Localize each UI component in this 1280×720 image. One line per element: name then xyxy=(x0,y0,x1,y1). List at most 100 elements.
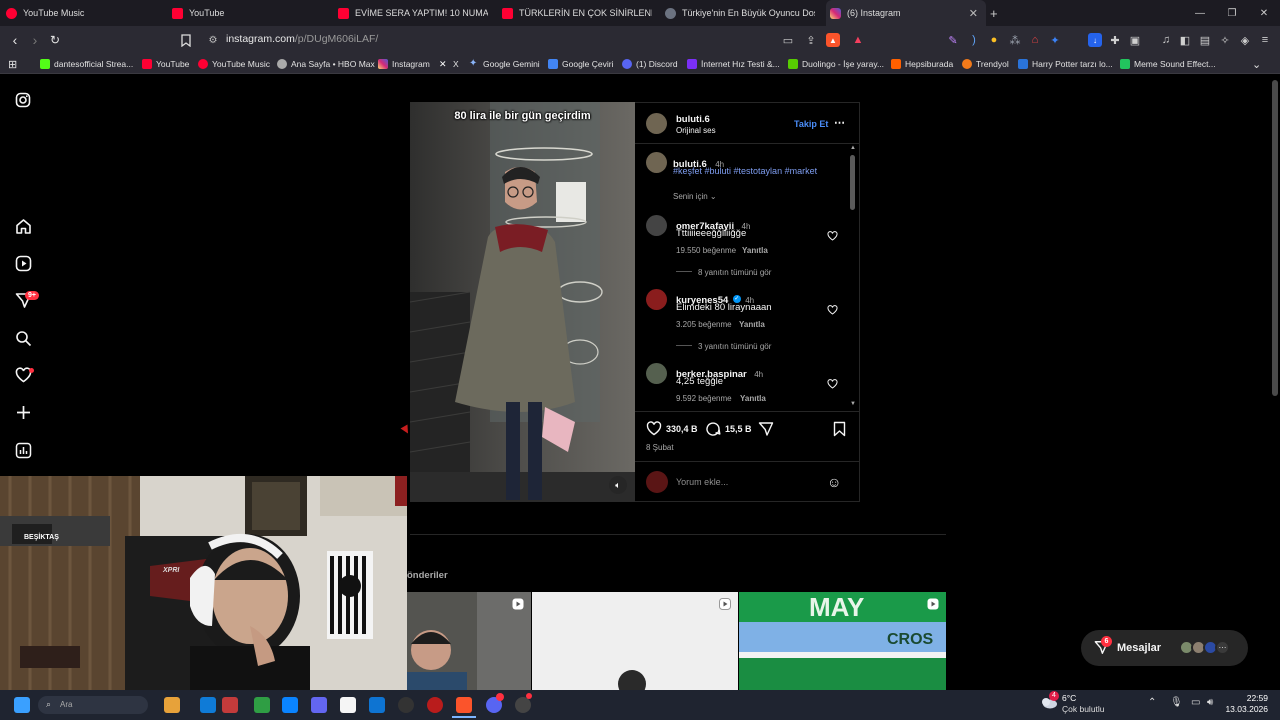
cast-icon[interactable]: ▭ xyxy=(781,33,795,47)
tab-youtube-music[interactable]: YouTube Music xyxy=(6,0,166,26)
brave-shield-icon[interactable]: ▲ xyxy=(826,33,840,47)
brave-icon[interactable] xyxy=(456,697,472,713)
forward-icon[interactable]: › xyxy=(26,31,44,49)
app-icon[interactable] xyxy=(222,697,238,713)
comment-count[interactable]: 15,5 B xyxy=(725,424,752,434)
extensions-icon[interactable]: ✚ xyxy=(1108,33,1122,47)
taskbar-search[interactable]: ⌕ Ara xyxy=(38,696,148,714)
scroll-up-icon[interactable]: ▲ xyxy=(850,145,856,151)
view-replies-link[interactable]: 8 yanıtın tümünü gör xyxy=(698,268,771,277)
search-icon[interactable] xyxy=(15,330,33,348)
related-reel-thumbnail[interactable] xyxy=(407,592,531,690)
audio-toggle-icon[interactable]: 🔈︎ xyxy=(609,476,627,494)
steam-icon[interactable] xyxy=(398,697,414,713)
post-video[interactable]: 80 lira ile bir gün geçirdim 🔈︎ xyxy=(410,102,635,502)
vpn-icon[interactable]: ◈ xyxy=(1238,33,1252,47)
avatar[interactable] xyxy=(646,113,667,134)
avatar[interactable] xyxy=(646,289,667,310)
comment-likes[interactable]: 3.205 beğenme xyxy=(676,320,732,329)
comment-input[interactable]: Yorum ekle... xyxy=(676,477,728,487)
bookmark-item[interactable]: YouTube xyxy=(142,57,189,71)
app-icon[interactable] xyxy=(311,697,327,713)
bookmark-item[interactable]: Google Çeviri xyxy=(548,57,614,71)
bookmark-item[interactable]: Meme Sound Effect... xyxy=(1120,57,1216,71)
network-icon[interactable]: ▭ xyxy=(1191,697,1200,708)
more-options-icon[interactable]: ⋯ xyxy=(834,116,845,129)
share-icon[interactable] xyxy=(758,421,774,442)
app-icon[interactable] xyxy=(515,697,531,713)
comments-scrollbar[interactable]: ▲ ▼ xyxy=(849,145,857,411)
audio-label[interactable]: Orijinal ses xyxy=(676,126,716,135)
close-window-icon[interactable]: ✕ xyxy=(1248,0,1280,26)
wallet-icon[interactable]: ▤ xyxy=(1198,33,1212,47)
scrollbar-thumb[interactable] xyxy=(850,155,855,210)
view-replies-link[interactable]: 3 yanıtın tümünü gör xyxy=(698,342,771,351)
scroll-down-icon[interactable]: ▼ xyxy=(850,401,856,407)
create-plus-icon[interactable] xyxy=(15,404,33,422)
bookmark-page-icon[interactable] xyxy=(177,31,195,49)
instagram-logo-icon[interactable] xyxy=(15,92,33,110)
page-scrollbar[interactable] xyxy=(1272,80,1278,396)
emoji-icon[interactable]: ☺ xyxy=(827,474,841,490)
weather-temp[interactable]: 6°C xyxy=(1062,693,1076,703)
avatar[interactable] xyxy=(646,215,667,236)
tab-sera-video[interactable]: EVİME SERA YAPTIM! 10 NUMARA O xyxy=(338,0,488,26)
url-field[interactable]: instagram.com/p/DUgM606iLAF/ xyxy=(226,33,378,45)
app-icon[interactable] xyxy=(340,697,356,713)
share-icon[interactable]: ⇪ xyxy=(804,33,818,47)
home-icon[interactable] xyxy=(15,218,33,236)
clock-date[interactable]: 13.03.2026 xyxy=(1220,704,1268,714)
bookmark-item[interactable]: Ana Sayfa • HBO Max xyxy=(277,57,375,71)
heart-icon[interactable] xyxy=(827,228,838,246)
post-author[interactable]: buluti.6 xyxy=(676,114,710,125)
app-icon[interactable] xyxy=(369,697,385,713)
reload-icon[interactable]: ↻ xyxy=(46,31,64,49)
tab-oyuncu-dostu[interactable]: Türkiye'nin En Büyük Oyuncu Dostu xyxy=(665,0,815,26)
user-extension-icon[interactable]: ● xyxy=(987,33,1001,47)
maximize-icon[interactable]: ❐ xyxy=(1216,0,1248,26)
avatar[interactable] xyxy=(646,363,667,384)
bookmark-item[interactable]: Harry Potter tarzı lo... xyxy=(1018,57,1113,71)
related-reel-thumbnail[interactable] xyxy=(532,592,738,690)
caption-hashtags[interactable]: #keşfet #buluti #testotaylan #market xyxy=(673,166,817,176)
volume-icon[interactable]: 🔊︎ xyxy=(1207,697,1213,708)
app-icon[interactable] xyxy=(254,697,270,713)
comment-icon[interactable] xyxy=(705,421,721,442)
bookmark-item[interactable]: Trendyol xyxy=(962,57,1009,71)
screenshot-icon[interactable]: ▣ xyxy=(1128,33,1142,47)
app-icon[interactable] xyxy=(200,697,216,713)
heart-icon[interactable] xyxy=(827,302,838,320)
like-count[interactable]: 330,4 B xyxy=(666,424,698,434)
site-settings-icon[interactable]: ⚙ xyxy=(204,31,222,49)
ai-extension-icon[interactable]: ✦ xyxy=(1048,33,1062,47)
download-extension-icon[interactable]: ↓ xyxy=(1088,33,1102,47)
heart-icon[interactable] xyxy=(827,376,838,394)
bookmark-item[interactable]: YouTube Music xyxy=(198,57,270,71)
comment-sort-dropdown[interactable]: Senin için ⌄ xyxy=(673,192,717,201)
chevron-down-icon[interactable]: ⌄ xyxy=(1252,57,1261,71)
bookmark-item[interactable]: ✦ Google Gemini xyxy=(469,57,540,71)
comment-likes[interactable]: 19.550 beğenme xyxy=(676,246,736,255)
new-tab-button[interactable]: + xyxy=(990,0,1006,26)
reply-button[interactable]: Yanıtla xyxy=(739,320,765,329)
bookmark-item[interactable]: dantesofficial Strea... xyxy=(40,57,133,71)
tab-youtube[interactable]: YouTube xyxy=(172,0,332,26)
messages-button[interactable]: 6 Mesajlar ⋯ xyxy=(1081,630,1248,666)
tab-instagram[interactable]: (6) Instagram ✕ xyxy=(826,0,986,26)
clock-time[interactable]: 22:59 xyxy=(1228,693,1268,703)
save-icon[interactable] xyxy=(833,421,846,442)
microphone-icon[interactable]: 🎙︎ xyxy=(1170,697,1183,708)
brave-rewards-icon[interactable]: ▲ xyxy=(851,33,865,47)
sidebar-icon[interactable]: ◧ xyxy=(1178,33,1192,47)
bookmark-item[interactable]: ✕ X xyxy=(439,57,459,71)
app-icon[interactable] xyxy=(164,697,180,713)
media-icon[interactable]: ♫ xyxy=(1159,33,1173,47)
follow-button[interactable]: Takip Et xyxy=(794,119,828,129)
bookmark-item[interactable]: İnternet Hız Testi &... xyxy=(687,57,780,71)
comment-likes[interactable]: 9.592 beğenme xyxy=(676,394,732,403)
minimize-icon[interactable]: — xyxy=(1184,0,1216,26)
chevron-up-icon[interactable]: ⌃ xyxy=(1148,697,1156,708)
leo-ai-icon[interactable]: ✧ xyxy=(1218,33,1232,47)
dashboard-icon[interactable] xyxy=(15,442,33,460)
bookmark-item[interactable]: (1) Discord xyxy=(622,57,678,71)
